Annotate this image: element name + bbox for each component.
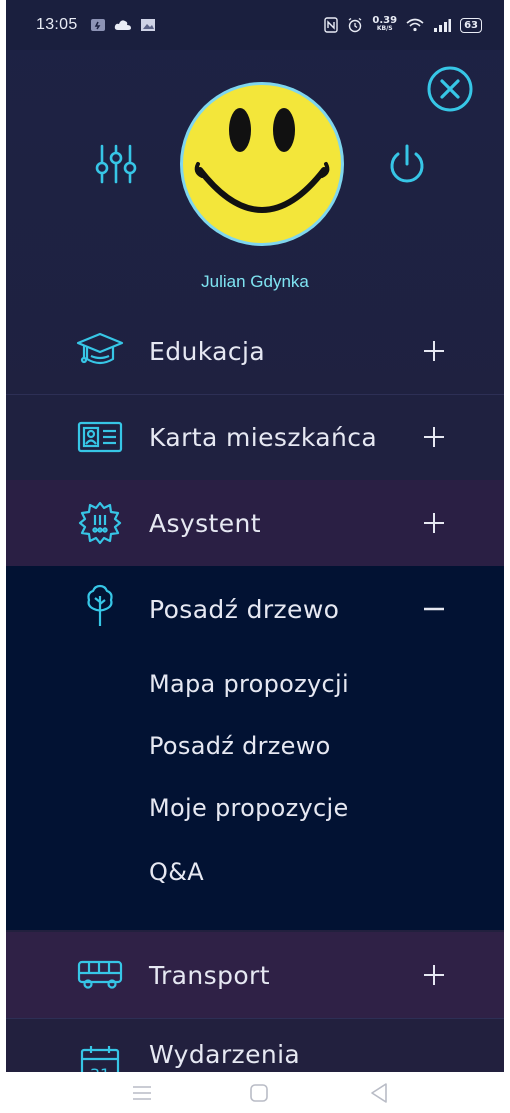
- calendar-icon: 31: [74, 1044, 126, 1072]
- bus-icon: [74, 953, 126, 997]
- wifi-icon: [406, 18, 424, 32]
- menu-item-label: Posadź drzewo: [149, 594, 340, 624]
- settings-sliders-icon[interactable]: [94, 142, 138, 186]
- status-bar: 13:05 0.39 KB/S 63: [6, 0, 504, 50]
- system-icons: 0.39 KB/S 63: [324, 15, 482, 33]
- menu-item-asystent[interactable]: Asystent: [6, 480, 504, 566]
- calendar-day: 31: [90, 1065, 110, 1072]
- submenu-posadz-drzewo: Posadź drzewo Mapa propozycji Posadź drz…: [6, 566, 504, 930]
- menu-item-label: Edukacja: [149, 336, 266, 366]
- smiley-face-icon: [180, 82, 344, 246]
- signal-icon: [434, 19, 452, 32]
- menu-item-label: Transport: [149, 960, 270, 990]
- app-notification-icon: [90, 19, 105, 31]
- battery-indicator: 63: [460, 17, 482, 33]
- notification-icons: [90, 18, 156, 32]
- submenu-item-qa[interactable]: Q&A: [149, 858, 204, 886]
- expand-plus-icon[interactable]: [414, 955, 454, 995]
- side-drawer: 13:05 0.39 KB/S 63 Julian Gdynka Edukacj…: [6, 0, 504, 1072]
- home-nav-icon[interactable]: [244, 1080, 274, 1106]
- alarm-icon: [348, 17, 362, 33]
- menu-item-label: Asystent: [149, 508, 261, 538]
- tree-icon: [74, 584, 126, 628]
- menu-item-wydarzenia[interactable]: 31 Wydarzenia: [6, 1018, 504, 1072]
- expand-plus-icon[interactable]: [414, 331, 454, 371]
- submenu-item-posadz-drzewo[interactable]: Posadź drzewo: [149, 732, 331, 760]
- power-icon[interactable]: [384, 142, 430, 188]
- menu-item-label: Wydarzenia: [149, 1040, 301, 1069]
- expand-plus-icon[interactable]: [414, 417, 454, 457]
- network-speed: 0.39 KB/S: [372, 15, 398, 33]
- menu-item-label: Karta mieszkańca: [149, 422, 378, 452]
- menu-item-posadz-drzewo[interactable]: Posadź drzewo: [6, 566, 504, 652]
- nfc-icon: [324, 17, 339, 33]
- menu-item-edukacja[interactable]: Edukacja: [6, 308, 504, 394]
- expand-plus-icon[interactable]: [414, 503, 454, 543]
- collapse-minus-icon[interactable]: [414, 589, 454, 629]
- submenu-item-moje-propozycje[interactable]: Moje propozycje: [149, 794, 349, 822]
- user-name: Julian Gdynka: [201, 272, 309, 291]
- back-nav-icon[interactable]: [365, 1080, 395, 1106]
- avatar[interactable]: [178, 80, 346, 248]
- image-notification-icon: [140, 19, 155, 31]
- submenu-item-mapa-propozycji[interactable]: Mapa propozycji: [149, 670, 349, 698]
- system-navigation-bar: [0, 1072, 510, 1113]
- cloud-icon: [114, 20, 131, 30]
- close-icon[interactable]: [426, 65, 474, 113]
- status-time: 13:05: [36, 16, 78, 33]
- graduation-cap-icon: [74, 329, 126, 373]
- id-card-icon: [74, 415, 126, 459]
- menu-nav-icon[interactable]: [127, 1080, 157, 1106]
- menu-item-transport[interactable]: Transport: [6, 932, 504, 1018]
- assistant-gear-icon: [74, 501, 126, 545]
- menu-item-karta-mieszkanca[interactable]: Karta mieszkańca: [6, 394, 504, 480]
